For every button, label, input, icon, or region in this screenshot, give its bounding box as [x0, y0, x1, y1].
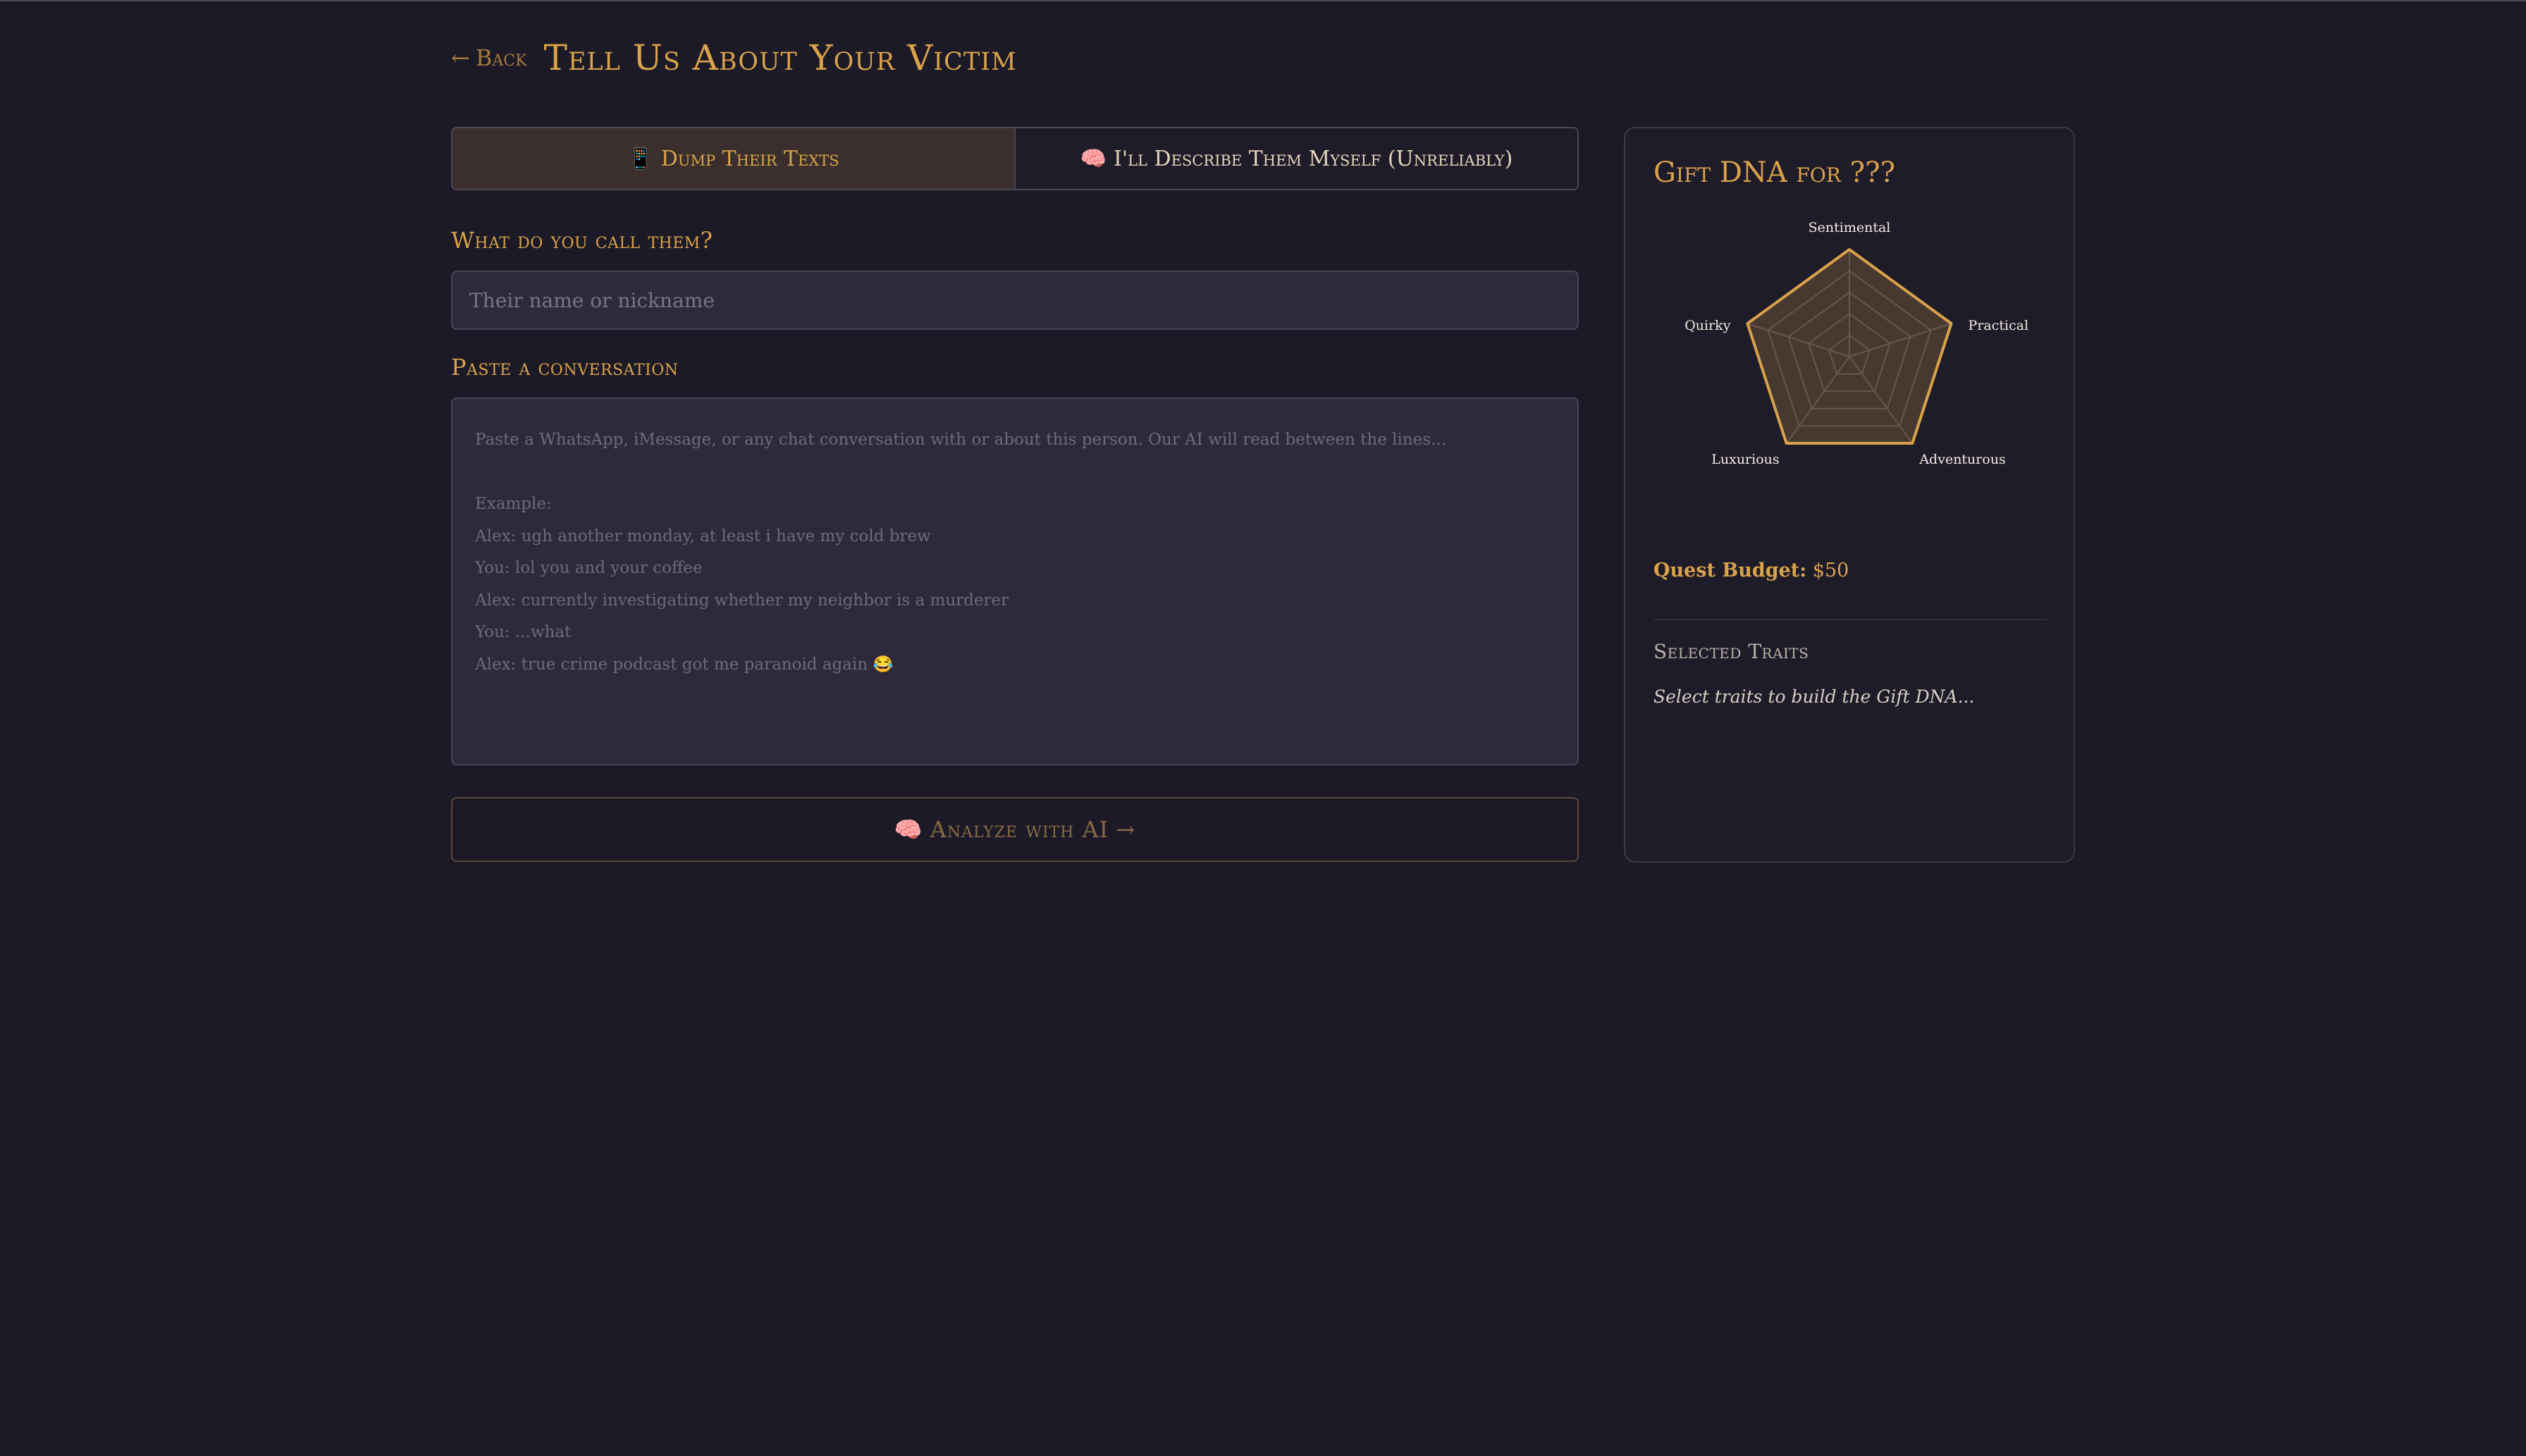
gift-dna-radar-chart: Sentimental Practical Adventurous Luxurious… — [1684, 220, 2029, 467]
analyze-button[interactable]: 🧠 Analyze with AI → — [451, 797, 1579, 862]
radar-axis-label-luxurious: Luxurious — [1711, 452, 1779, 467]
gift-dna-panel: Gift DNA for ??? Sentimental Practical Adv… — [1624, 127, 2075, 863]
placeholder-line: You: lol you and your coffee — [475, 559, 703, 577]
tab-dump-texts[interactable]: 📱 Dump Their Texts — [452, 128, 1016, 189]
back-label: Back — [475, 44, 527, 71]
budget-label: Quest Budget: — [1653, 560, 1807, 581]
radar-data-area — [1746, 248, 1953, 445]
placeholder-line: Alex: ugh another monday, at least i hav… — [475, 526, 931, 545]
budget-value: $50 — [1812, 560, 1849, 581]
radar-axis-label-sentimental: Sentimental — [1809, 220, 1891, 235]
page-title: Tell Us About Your Victim — [543, 37, 1017, 78]
placeholder-line: You: ...what — [475, 623, 572, 641]
name-field-label: What do you call them? — [451, 227, 713, 254]
selected-traits-empty: Select traits to build the Gift DNA... — [1653, 686, 1975, 707]
placeholder-line: Paste a WhatsApp, iMessage, or any chat … — [475, 431, 1447, 449]
analyze-label: Analyze with AI — [930, 816, 1109, 843]
placeholder-line — [475, 457, 1555, 489]
placeholder-line: Alex: currently investigating whether my… — [475, 591, 1009, 610]
placeholder-line: Example: — [475, 495, 552, 513]
back-arrow-icon: ← — [451, 44, 470, 71]
tab-label: Dump Their Texts — [660, 146, 839, 171]
divider — [1653, 619, 2047, 620]
brain-icon: 🧠 — [894, 816, 923, 843]
conversation-field-label: Paste a conversation — [451, 354, 679, 381]
radar-axis-label-adventurous: Adventurous — [1918, 452, 2005, 467]
quest-budget: Quest Budget: $50 — [1653, 560, 1849, 581]
input-mode-tabs: 📱 Dump Their Texts 🧠 I'll Describe Them … — [451, 127, 1579, 190]
phone-icon: 📱 — [627, 146, 654, 171]
back-button[interactable]: ← Back — [451, 44, 526, 71]
arrow-right-icon: → — [1116, 816, 1136, 843]
brain-icon: 🧠 — [1080, 146, 1107, 171]
page-header: ← Back Tell Us About Your Victim — [451, 35, 1017, 80]
selected-traits-heading: Selected Traits — [1653, 640, 1809, 663]
tab-label: I'll Describe Them Myself (Unreliably) — [1114, 146, 1513, 171]
placeholder-line: Alex: true crime podcast got me paranoid… — [475, 655, 894, 674]
name-input[interactable] — [451, 271, 1579, 330]
radar-axis-label-quirky: Quirky — [1684, 318, 1730, 333]
conversation-textarea[interactable]: Paste a WhatsApp, iMessage, or any chat … — [451, 397, 1579, 765]
panel-title: Gift DNA for ??? — [1653, 156, 1896, 189]
tab-describe-myself[interactable]: 🧠 I'll Describe Them Myself (Unreliably) — [1016, 128, 1577, 189]
radar-axis-label-practical: Practical — [1969, 318, 2029, 333]
